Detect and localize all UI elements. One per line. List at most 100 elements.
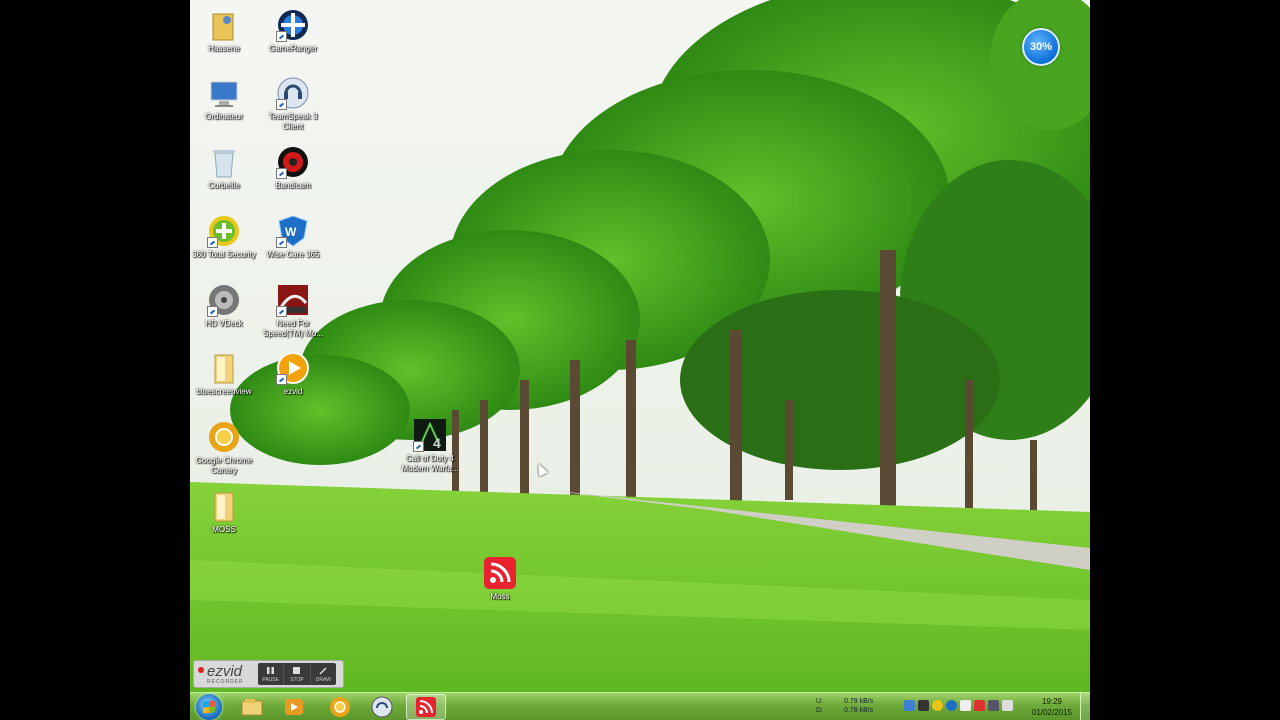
globe-icon[interactable] <box>946 700 957 711</box>
desktop-icon-hd-vdeck[interactable]: HD VDeck <box>190 279 258 329</box>
upload-label: U: <box>816 698 823 705</box>
shortcut-arrow-icon <box>276 237 287 248</box>
rss-feed-icon <box>483 556 517 590</box>
icon-label: HD VDeck <box>205 319 243 328</box>
red-x-icon[interactable] <box>974 700 985 711</box>
desktop-icon-need-for-speed[interactable]: Need For Speed(TM) Mo... <box>259 279 327 339</box>
gameranger-icon <box>276 8 310 42</box>
draw-label: DRAW <box>315 677 331 683</box>
folder-icon <box>207 351 241 385</box>
shortcut-arrow-icon <box>413 441 424 452</box>
icon-label: Need For Speed(TM) Mo... <box>262 319 323 338</box>
taskbar-clock[interactable]: 19:29 01/02/2015 <box>1026 696 1078 718</box>
desktop-icon-corbeille[interactable]: Corbeille <box>190 141 258 191</box>
icon-label: ezvid <box>283 387 303 396</box>
monitor-icon[interactable] <box>918 700 929 711</box>
icon-label: MOSS <box>212 525 236 534</box>
taskbar-media-player[interactable] <box>276 694 312 720</box>
upload-speed: 0.79 kB/s <box>844 698 874 705</box>
desktop-icon-chrome-canary[interactable]: Google Chrome Canary <box>190 416 258 476</box>
icon-label: GameRanger <box>268 44 318 53</box>
icon-label: bluescreenview <box>196 387 252 396</box>
desktop-icon-bluescreenview[interactable]: bluescreenview <box>190 347 258 397</box>
icon-label: Call of Duty 4 Modern Warfa... <box>401 454 459 473</box>
stop-icon <box>293 667 301 674</box>
taskbar-chrome-canary[interactable] <box>322 694 358 720</box>
recycle-bin-icon <box>207 145 241 179</box>
icon-label: Ordinateur <box>205 112 243 121</box>
explorer-icon <box>241 699 263 716</box>
ezvid-recorder-widget[interactable]: ezvid RECORDER PAUSE STOP DRAW <box>193 660 344 688</box>
icon-label: 360 Total Security <box>192 250 256 259</box>
icon-label: Hassene <box>208 44 240 53</box>
icon-label: Moss <box>490 592 510 601</box>
desktop-icon-hassene[interactable]: Hassene <box>190 4 258 54</box>
clock-date: 01/02/2015 <box>1031 708 1073 717</box>
clock-time: 19:29 <box>1041 697 1063 706</box>
shortcut-arrow-icon <box>276 31 287 42</box>
system-tray <box>904 700 1013 711</box>
desktop-icon-teamspeak[interactable]: TeamSpeak 3 Client <box>259 72 327 132</box>
teamspeak-icon <box>276 76 310 110</box>
desktop-icon-moss-rss[interactable]: Moss <box>466 552 534 602</box>
shortcut-arrow-icon <box>207 237 218 248</box>
desktop-icon-gameranger[interactable]: GameRanger <box>259 4 327 54</box>
teamspeak-icon <box>371 696 393 718</box>
ezvid-logo: ezvid RECORDER <box>198 663 258 685</box>
icon-label: Bandicam <box>275 181 311 190</box>
start-button[interactable] <box>196 694 222 720</box>
stop-button[interactable]: STOP <box>284 663 311 685</box>
record-dot-icon <box>198 667 204 673</box>
folder-user-icon <box>207 8 241 42</box>
progress-badge[interactable]: 30% <box>1022 28 1060 66</box>
volume-icon[interactable] <box>1002 700 1013 711</box>
chrome-canary-icon <box>330 697 350 717</box>
shield-icon[interactable] <box>904 700 915 711</box>
desktop-icon-moss-folder[interactable]: MOSS <box>190 485 258 535</box>
desktop-screen: Hassene Ordinateur Corbeille 360 Total S… <box>190 0 1090 720</box>
pause-button[interactable]: PAUSE <box>258 663 285 685</box>
media-player-icon <box>285 699 303 715</box>
icon-label: Google Chrome Canary <box>195 456 253 475</box>
need-for-speed-icon <box>276 283 310 317</box>
bandicam-icon <box>276 145 310 179</box>
desktop-icon-bandicam[interactable]: Bandicam <box>259 141 327 191</box>
chrome-canary-icon <box>207 420 241 454</box>
network-icon[interactable] <box>988 700 999 711</box>
rss-feed-icon <box>416 697 436 717</box>
network-speed-monitor: U: 0.79 kB/s D: 0.78 kB/s <box>816 697 873 715</box>
desktop-icon-wise-care[interactable]: W Wise Care 365 <box>259 210 327 260</box>
yellow-app-icon[interactable] <box>932 700 943 711</box>
icon-label: TeamSpeak 3 Client <box>268 112 318 131</box>
svg-text:4: 4 <box>433 435 441 451</box>
ezvid-logo-subtext: RECORDER <box>207 679 244 685</box>
desktop-icon-ezvid[interactable]: ezvid <box>259 347 327 397</box>
taskbar-moss-rss[interactable] <box>406 694 446 720</box>
desktop-icon-ordinateur[interactable]: Ordinateur <box>190 72 258 122</box>
download-speed: 0.78 kB/s <box>844 707 874 714</box>
desktop-icon-call-of-duty[interactable]: 4 Call of Duty 4 Modern Warfa... <box>396 414 464 474</box>
shortcut-arrow-icon <box>276 306 287 317</box>
ezvid-icon <box>276 351 310 385</box>
ezvid-logo-text: ezvid <box>207 663 243 680</box>
taskbar: U: 0.79 kB/s D: 0.78 kB/s 19:29 01/02/2015 <box>190 692 1090 720</box>
folder-icon <box>207 489 241 523</box>
stop-label: STOP <box>290 677 304 683</box>
show-desktop-button[interactable] <box>1080 693 1090 720</box>
hd-vdeck-icon <box>207 283 241 317</box>
shortcut-arrow-icon <box>276 168 287 179</box>
icon-label: Corbeille <box>208 181 240 190</box>
call-of-duty-icon: 4 <box>413 418 447 452</box>
pause-label: PAUSE <box>262 677 279 683</box>
icon-label: Wise Care 365 <box>266 250 320 259</box>
taskbar-explorer[interactable] <box>234 694 270 720</box>
shortcut-arrow-icon <box>207 306 218 317</box>
shortcut-arrow-icon <box>276 99 287 110</box>
flag-icon[interactable] <box>960 700 971 711</box>
desktop-icon-360-total-security[interactable]: 360 Total Security <box>190 210 258 260</box>
download-label: D: <box>816 707 823 714</box>
taskbar-teamspeak[interactable] <box>364 694 400 720</box>
draw-button[interactable]: DRAW <box>311 663 336 685</box>
computer-icon <box>207 76 241 110</box>
shortcut-arrow-icon <box>276 374 287 385</box>
